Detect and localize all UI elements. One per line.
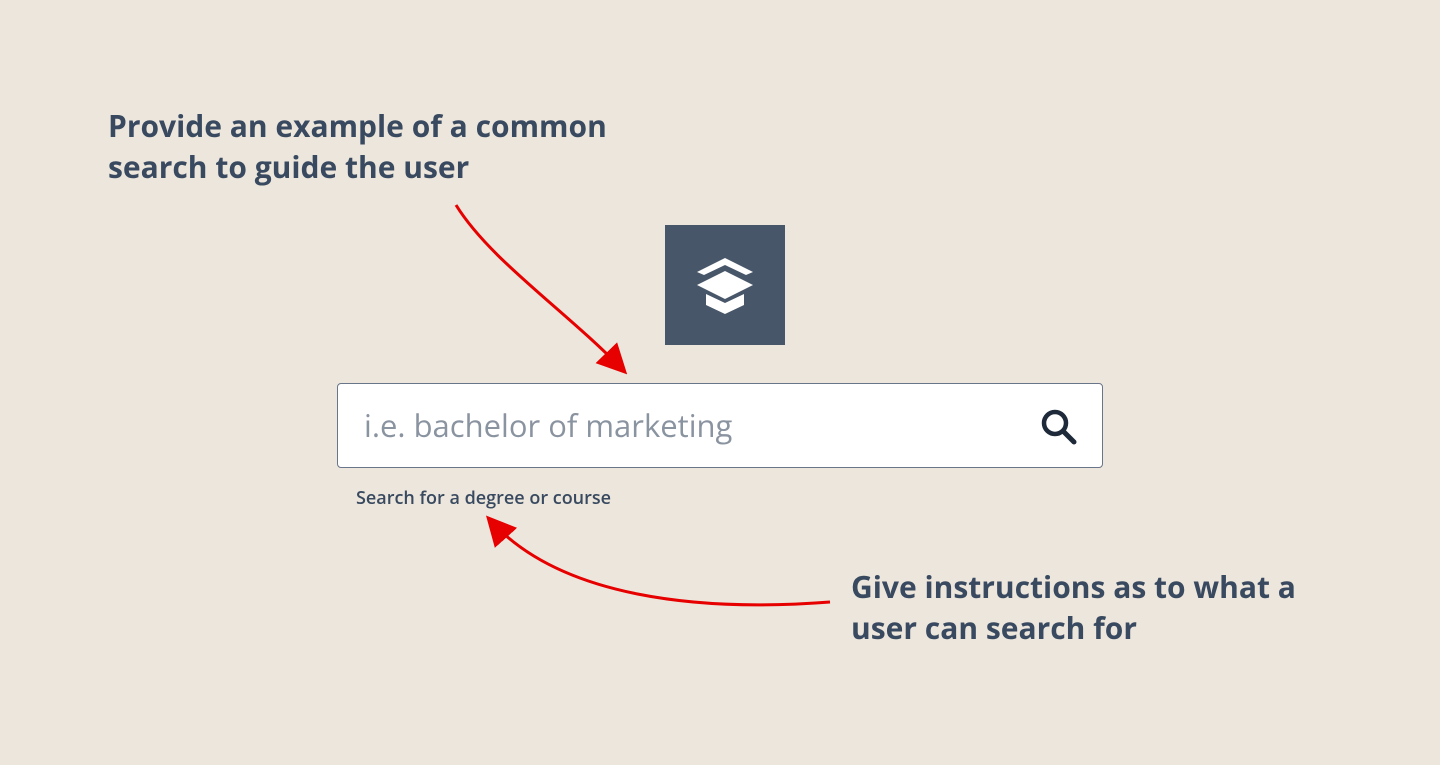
annotation-top: Provide an example of a common search to… [108,105,668,188]
app-logo-tile [665,225,785,345]
search-input[interactable] [362,404,1026,448]
search-bar [337,383,1103,468]
search-helper-text: Search for a degree or course [356,486,611,510]
graduation-cap-icon [687,247,763,323]
search-icon [1038,406,1078,446]
annotation-bottom: Give instructions as to what a user can … [851,566,1341,649]
search-button[interactable] [1038,406,1078,446]
